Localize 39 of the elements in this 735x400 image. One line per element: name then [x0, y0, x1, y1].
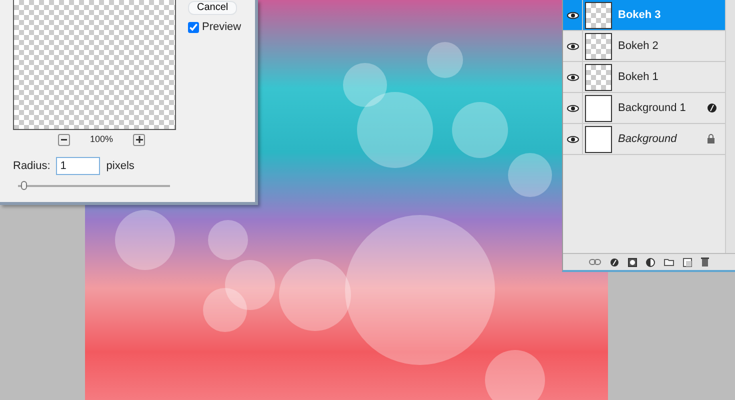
scrollbar[interactable]: [725, 0, 735, 255]
layer-row[interactable]: Bokeh 1: [563, 62, 725, 93]
layer-row[interactable]: Background 1: [563, 93, 725, 124]
layer-thumbnail: [585, 2, 612, 28]
mask-icon[interactable]: [628, 258, 637, 266]
layer-thumbnail: [585, 32, 612, 60]
layer-name: Background 1: [618, 100, 687, 116]
link-icon[interactable]: [589, 259, 601, 265]
zoom-in-icon[interactable]: [133, 134, 146, 146]
eye-icon[interactable]: [566, 42, 578, 50]
preview-checkbox[interactable]: [188, 22, 199, 33]
smart-object-icon: [707, 103, 717, 113]
lock-icon: [707, 134, 715, 144]
adjustment-icon[interactable]: [646, 258, 655, 266]
zoom-out-icon[interactable]: [58, 134, 70, 146]
eye-icon[interactable]: [566, 74, 578, 80]
eye-icon[interactable]: [566, 12, 578, 18]
layer-thumbnail: [585, 126, 612, 152]
layer-name: Bokeh 1: [618, 70, 660, 85]
radius-label: Radius:: [13, 158, 50, 174]
layer-row[interactable]: Bokeh 2: [563, 31, 725, 62]
layer-name: Bokeh 2: [618, 38, 660, 54]
trash-icon[interactable]: [701, 257, 709, 267]
radius-slider-thumb[interactable]: [21, 181, 28, 190]
layer-name: Bokeh 3: [618, 8, 662, 23]
new-layer-icon[interactable]: [683, 258, 692, 266]
zoom-level: 100%: [90, 133, 114, 146]
eye-icon[interactable]: [566, 136, 578, 142]
layer-thumbnail: [585, 94, 612, 122]
fx-icon[interactable]: [610, 258, 619, 266]
folder-icon[interactable]: [664, 258, 674, 266]
layer-row[interactable]: Background: [563, 124, 725, 155]
preview-label: Preview: [202, 20, 242, 35]
radius-field[interactable]: 1: [56, 157, 100, 175]
cancel-button[interactable]: Cancel: [188, 1, 238, 15]
pixels-label: pixels: [106, 158, 134, 174]
layer-thumbnail: [585, 64, 612, 90]
eye-icon[interactable]: [566, 104, 578, 112]
layer-name: Background: [618, 132, 678, 147]
